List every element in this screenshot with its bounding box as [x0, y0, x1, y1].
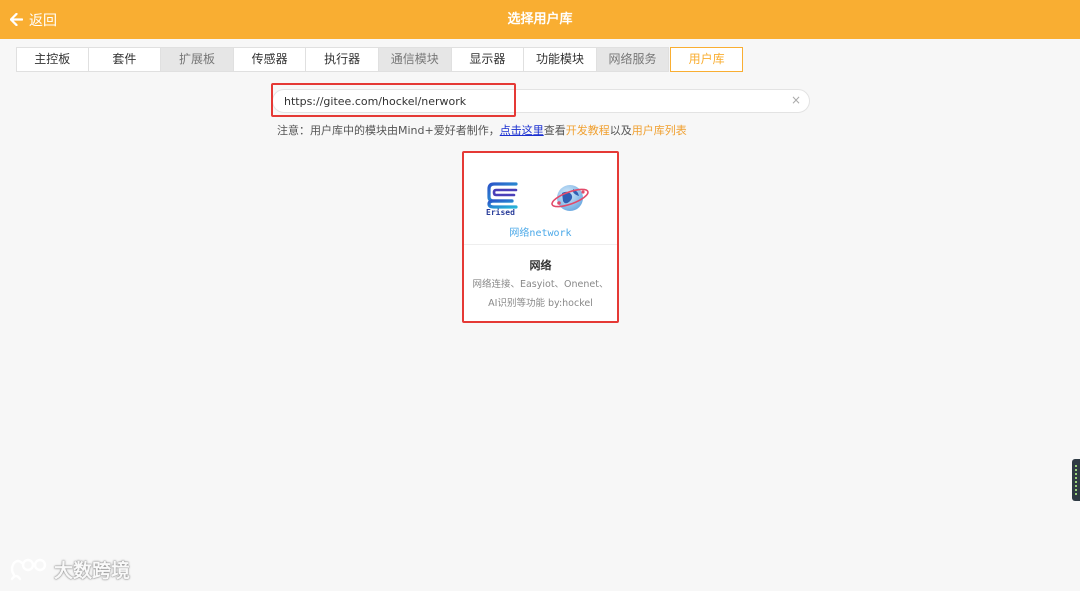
side-panel-handle[interactable]: [1072, 459, 1080, 501]
tab-network-service[interactable]: 网络服务: [596, 47, 670, 72]
user-lib-list-link[interactable]: 用户库列表: [632, 124, 687, 137]
watermark: 大数跨境: [8, 556, 130, 583]
tab-actuator[interactable]: 执行器: [306, 47, 379, 72]
library-card-network[interactable]: Erised 网络network 网络 网络连接、Easyiot、Onenet、…: [462, 151, 619, 323]
search-box: ×: [272, 89, 810, 113]
tab-main-board[interactable]: 主控板: [16, 47, 89, 72]
card-logo-caption: 网络network: [509, 228, 572, 239]
erised-logo-icon: Erised: [486, 182, 518, 217]
search-input[interactable]: [284, 93, 784, 110]
watermark-text: 大数跨境: [54, 560, 131, 582]
page-title: 选择用户库: [507, 12, 573, 27]
tab-function-module[interactable]: 功能模块: [524, 47, 597, 72]
tab-kit[interactable]: 套件: [88, 47, 162, 72]
tab-user-library[interactable]: 用户库: [670, 47, 743, 72]
clear-icon[interactable]: ×: [791, 93, 801, 107]
card-description: 网络连接、Easyiot、Onenet、 AI识别等功能 by:hockel: [468, 275, 613, 313]
notice-text: 注意：用户库中的模块由Mind+爱好者制作，点击这里查看开发教程以及用户库列表: [277, 122, 687, 138]
dev-tutorial-link[interactable]: 开发教程: [566, 124, 610, 137]
card-desc-line2: AI识别等功能 by:hockel: [488, 298, 593, 309]
card-desc-line1: 网络连接、Easyiot、Onenet、: [472, 279, 609, 290]
notice-and: 以及: [609, 124, 632, 137]
notice-middle: 查看: [543, 124, 566, 137]
tab-communication[interactable]: 通信模块: [378, 47, 452, 72]
card-logo-area: Erised 网络network: [464, 153, 617, 245]
notice-prefix: 注意：用户库中的模块由Mind+爱好者制作，: [277, 124, 500, 137]
erised-logo-text: Erised: [486, 207, 515, 217]
tab-expansion-board[interactable]: 扩展板: [161, 47, 234, 72]
globe-network-icon: [551, 185, 589, 211]
click-here-link[interactable]: 点击这里: [500, 124, 544, 137]
card-title: 网络: [529, 259, 552, 272]
tab-sensor[interactable]: 传感器: [233, 47, 307, 72]
category-tabs: 主控板 套件 扩展板 传感器 执行器 通信模块 显示器 功能模块 网络服务 用户…: [16, 47, 743, 72]
top-bar: 返回 选择用户库: [0, 0, 1080, 39]
tab-display[interactable]: 显示器: [451, 47, 525, 72]
watermark-logo-icon: [10, 558, 47, 580]
